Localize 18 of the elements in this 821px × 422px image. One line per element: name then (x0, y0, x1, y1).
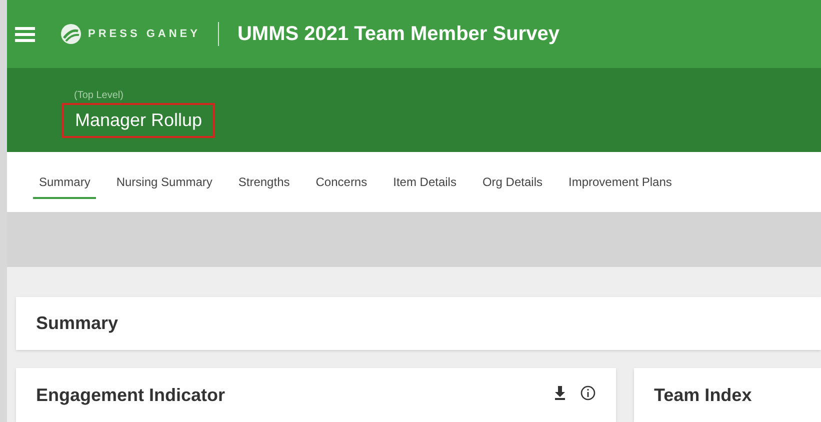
tab[interactable]: Org Details (476, 165, 548, 199)
tab[interactable]: Improvement Plans (562, 165, 678, 199)
info-icon[interactable] (580, 385, 596, 401)
tab[interactable]: Item Details (387, 165, 462, 199)
tab[interactable]: Strengths (232, 165, 296, 199)
survey-title: UMMS 2021 Team Member Survey (237, 22, 560, 47)
card-title: Summary (36, 312, 118, 335)
menu-icon[interactable] (15, 26, 35, 42)
tab[interactable]: Summary (33, 165, 96, 199)
tab[interactable]: Concerns (310, 165, 374, 199)
level-caption: (Top Level) (74, 89, 124, 103)
tab[interactable]: Nursing Summary (110, 165, 218, 199)
card-title: Engagement Indicator (36, 384, 226, 407)
download-icon[interactable] (554, 386, 566, 400)
brand-name: PRESS GANEY (88, 26, 200, 42)
level-name[interactable]: Manager Rollup (62, 103, 216, 138)
logo-icon (60, 23, 82, 45)
card-title: Team Index (654, 384, 753, 407)
